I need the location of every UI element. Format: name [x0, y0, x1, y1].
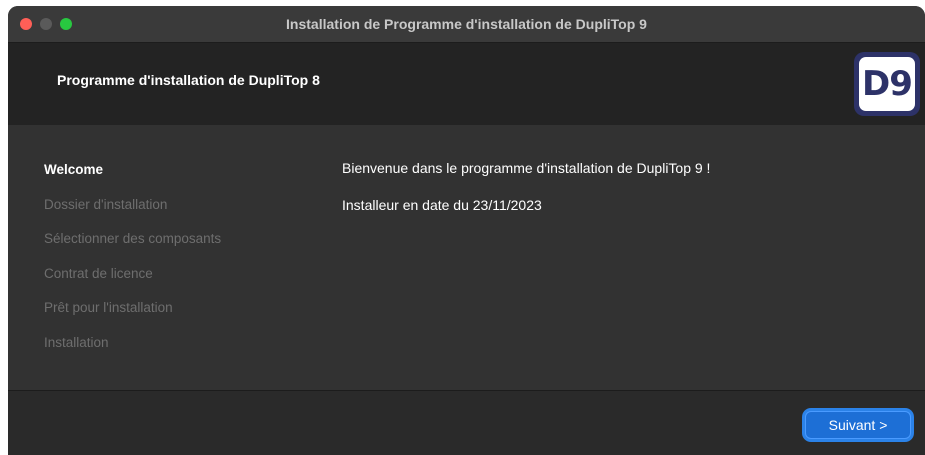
next-button[interactable]: Suivant >: [805, 411, 911, 439]
duplitop-logo: D9: [854, 52, 920, 116]
installer-header: Programme d'installation de DupliTop 8 D…: [8, 43, 925, 125]
step-installation: Installation: [44, 334, 109, 350]
logo-text: D9: [859, 57, 915, 111]
header-title: Programme d'installation de DupliTop 8: [57, 72, 320, 88]
installer-body: Welcome Dossier d'installation Sélection…: [8, 125, 925, 390]
installer-footer: Suivant >: [8, 390, 925, 455]
installer-date: Installeur en date du 23/11/2023: [342, 197, 542, 213]
installer-window: Installation de Programme d'installation…: [8, 6, 925, 455]
steps-list: Welcome Dossier d'installation Sélection…: [44, 162, 221, 369]
step-installation-folder: Dossier d'installation: [44, 196, 168, 212]
window-title: Installation de Programme d'installation…: [286, 16, 647, 32]
step-select-components: Sélectionner des composants: [44, 231, 222, 246]
step-welcome: Welcome: [44, 162, 104, 177]
title-bar: Installation de Programme d'installation…: [8, 6, 925, 43]
step-license-agreement: Contrat de licence: [44, 265, 153, 281]
welcome-message: Bienvenue dans le programme d'installati…: [342, 160, 711, 176]
step-ready-to-install: Prêt pour l'installation: [44, 300, 173, 315]
welcome-content: Bienvenue dans le programme d'installati…: [342, 160, 710, 234]
